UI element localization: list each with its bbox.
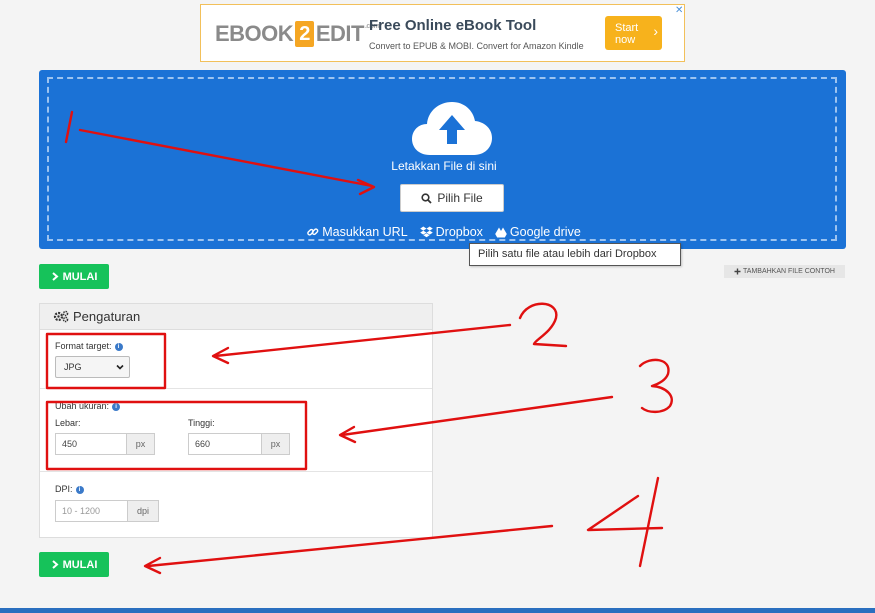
width-label: Lebar: <box>55 418 81 428</box>
choose-file-label: Pilih File <box>437 191 483 205</box>
ad-close-icon[interactable]: ✕ <box>675 5 683 16</box>
info-icon[interactable]: i <box>75 485 84 494</box>
height-input-group: 660 px <box>188 433 290 455</box>
resize-label: Ubah ukuran: i <box>55 401 121 411</box>
resize-text: Ubah ukuran: <box>55 401 110 411</box>
format-target-select[interactable]: JPG <box>55 356 130 378</box>
format-target-value: JPG <box>64 362 82 372</box>
annotation-number-2 <box>518 302 568 348</box>
width-unit: px <box>126 434 154 454</box>
settings-panel: Pengaturan Format target: i JPG Ubah ukur… <box>39 303 433 538</box>
ad-title: Free Online eBook Tool <box>369 17 537 34</box>
google-drive-link[interactable]: Google drive <box>495 225 581 239</box>
ad-logo-left: EBOOK <box>215 21 294 46</box>
dpi-input[interactable]: 10 - 1200 <box>56 501 127 521</box>
choose-file-button[interactable]: Pilih File <box>400 184 504 212</box>
annotation-arrow-4-head <box>143 556 162 575</box>
settings-header: Pengaturan <box>40 304 432 330</box>
bottom-bar <box>0 608 875 613</box>
dropbox-link[interactable]: Dropbox <box>419 225 483 239</box>
plus-icon <box>734 268 741 275</box>
width-input-group: 450 px <box>55 433 155 455</box>
annotation-number-4 <box>586 494 664 532</box>
url-link-label: Masukkan URL <box>322 225 408 239</box>
dpi-unit: dpi <box>127 501 158 521</box>
ad-banner[interactable]: EBOOK 2 EDIT .com Free Online eBook Tool Co… <box>200 4 685 62</box>
info-icon[interactable]: i <box>112 402 121 411</box>
dropbox-link-label: Dropbox <box>435 225 483 239</box>
drop-files-label: Letakkan File di sini <box>391 159 497 173</box>
ad-start-button[interactable]: Start now › <box>605 16 662 50</box>
gears-icon <box>53 310 69 323</box>
add-sample-file-label: TAMBAHKAN FILE CONTOH <box>743 268 835 275</box>
start-button-bottom[interactable]: MULAI <box>39 552 109 577</box>
divider <box>40 471 432 472</box>
dropbox-icon <box>419 226 433 238</box>
height-label: Tinggi: <box>188 418 215 428</box>
add-sample-file-button[interactable]: TAMBAHKAN FILE CONTOH <box>724 265 845 278</box>
cloud-upload-icon <box>412 102 492 155</box>
info-icon[interactable]: i <box>114 342 123 351</box>
search-icon <box>421 192 432 204</box>
ad-subtitle: Convert to EPUB & MOBI. Convert for Amaz… <box>369 41 584 51</box>
google-drive-icon <box>495 227 507 237</box>
chevron-down-icon <box>116 364 124 370</box>
url-link[interactable]: Masukkan URL <box>307 225 408 239</box>
link-icon <box>307 228 319 236</box>
format-target-text: Format target: <box>55 341 112 351</box>
dpi-label: DPI: i <box>55 484 84 494</box>
height-unit: px <box>261 434 289 454</box>
divider <box>40 388 432 389</box>
chevron-right-icon: › <box>653 23 658 39</box>
annotation-number-3 <box>638 358 673 414</box>
dpi-input-group: 10 - 1200 dpi <box>55 500 159 522</box>
dropbox-tooltip: Pilih satu file atau lebih dari Dropbox <box>469 243 681 266</box>
annotation-number-4-stem <box>638 476 660 568</box>
start-button-label: MULAI <box>62 270 98 283</box>
height-input[interactable]: 660 <box>189 434 261 454</box>
start-button-top[interactable]: MULAI <box>39 264 109 289</box>
ad-logo-number: 2 <box>295 21 314 47</box>
chevron-right-icon <box>51 560 59 569</box>
settings-title: Pengaturan <box>73 309 141 324</box>
format-target-label: Format target: i <box>55 341 123 351</box>
dropzone-border: Letakkan File di sini Pilih File Masukka… <box>47 77 837 241</box>
ad-logo-right: EDIT <box>315 21 365 46</box>
width-input[interactable]: 450 <box>56 434 126 454</box>
google-drive-link-label: Google drive <box>509 225 581 239</box>
upload-dropzone[interactable]: Letakkan File di sini Pilih File Masukka… <box>39 70 846 249</box>
chevron-right-icon <box>51 272 59 281</box>
ad-logo: EBOOK 2 EDIT .com <box>215 19 380 49</box>
start-button-label: MULAI <box>62 558 98 571</box>
dpi-text: DPI: <box>55 484 73 494</box>
source-links: Masukkan URL Dropbox Google drive <box>49 225 839 239</box>
